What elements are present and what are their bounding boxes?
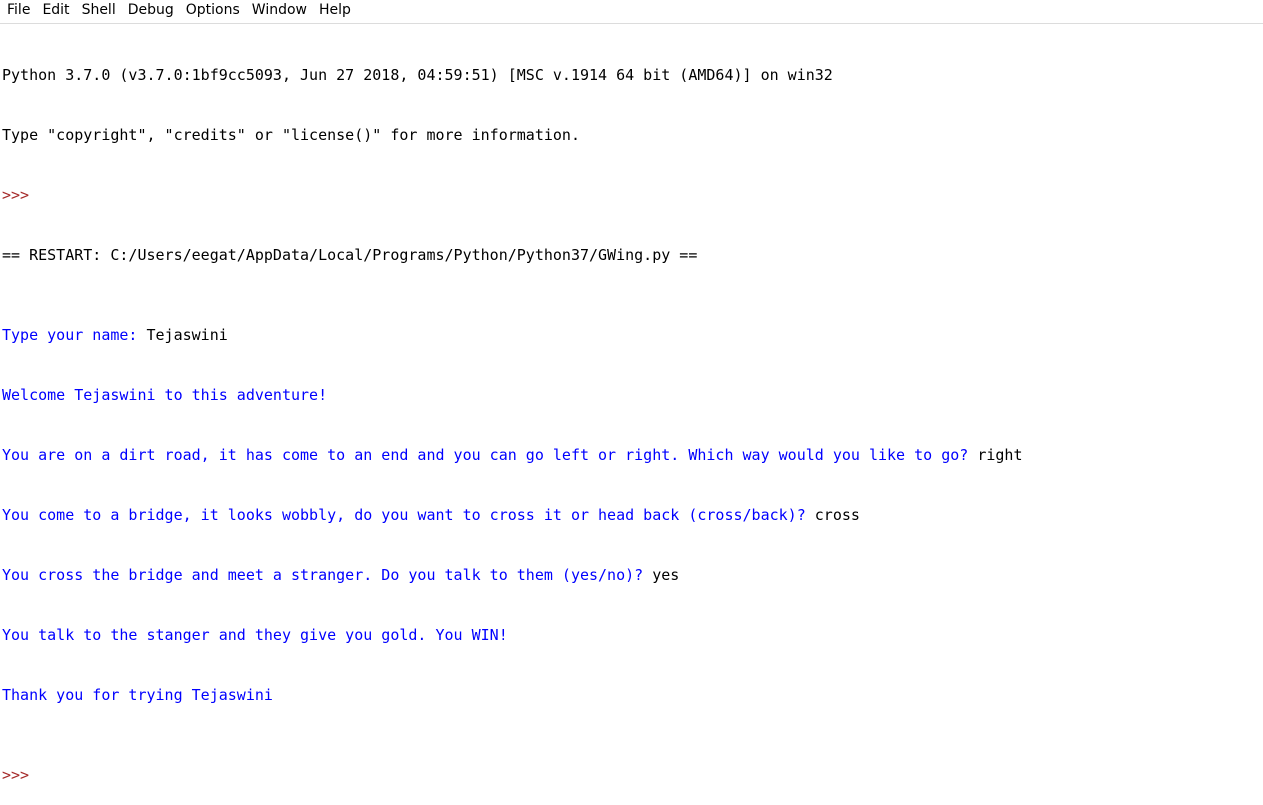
shell-prompt: >>> — [2, 186, 39, 204]
menu-options[interactable]: Options — [181, 0, 247, 21]
output-line: You come to a bridge, it looks wobbly, d… — [2, 505, 1263, 525]
menu-window[interactable]: Window — [247, 0, 314, 21]
program-output: You cross the bridge and meet a stranger… — [2, 566, 653, 584]
user-input: right — [977, 446, 1023, 464]
shell-final-prompt: >>> — [2, 766, 39, 784]
output-line: Welcome Tejaswini to this adventure! — [2, 385, 1263, 405]
banner-info-line: Type "copyright", "credits" or "license(… — [2, 126, 580, 144]
program-output: Thank you for trying Tejaswini — [2, 686, 273, 704]
shell-text-area[interactable]: Python 3.7.0 (v3.7.0:1bf9cc5093, Jun 27 … — [0, 23, 1263, 784]
output-line: You are on a dirt road, it has come to a… — [2, 445, 1263, 465]
output-line: You cross the bridge and meet a stranger… — [2, 565, 1263, 585]
program-output: You talk to the stanger and they give yo… — [2, 626, 508, 644]
user-input: yes — [652, 566, 680, 584]
output-line: Thank you for trying Tejaswini — [2, 685, 1263, 705]
program-output: Type your name: — [2, 326, 147, 344]
banner-version-line: Python 3.7.0 (v3.7.0:1bf9cc5093, Jun 27 … — [2, 66, 833, 84]
user-input: Tejaswini — [146, 326, 228, 344]
output-line: Type your name: Tejaswini — [2, 325, 1263, 345]
program-output: You come to a bridge, it looks wobbly, d… — [2, 506, 815, 524]
program-output: Welcome Tejaswini to this adventure! — [2, 386, 328, 404]
output-line: You talk to the stanger and they give yo… — [2, 625, 1263, 645]
user-input: cross — [814, 506, 860, 524]
menu-debug[interactable]: Debug — [123, 0, 181, 21]
menu-help[interactable]: Help — [314, 0, 358, 21]
menu-file[interactable]: File — [2, 0, 37, 21]
program-output: You are on a dirt road, it has come to a… — [2, 446, 978, 464]
menu-shell[interactable]: Shell — [77, 0, 123, 21]
menu-bar: File Edit Shell Debug Options Window Hel… — [0, 0, 1263, 21]
restart-line: == RESTART: C:/Users/eegat/AppData/Local… — [2, 246, 698, 264]
menu-edit[interactable]: Edit — [37, 0, 76, 21]
